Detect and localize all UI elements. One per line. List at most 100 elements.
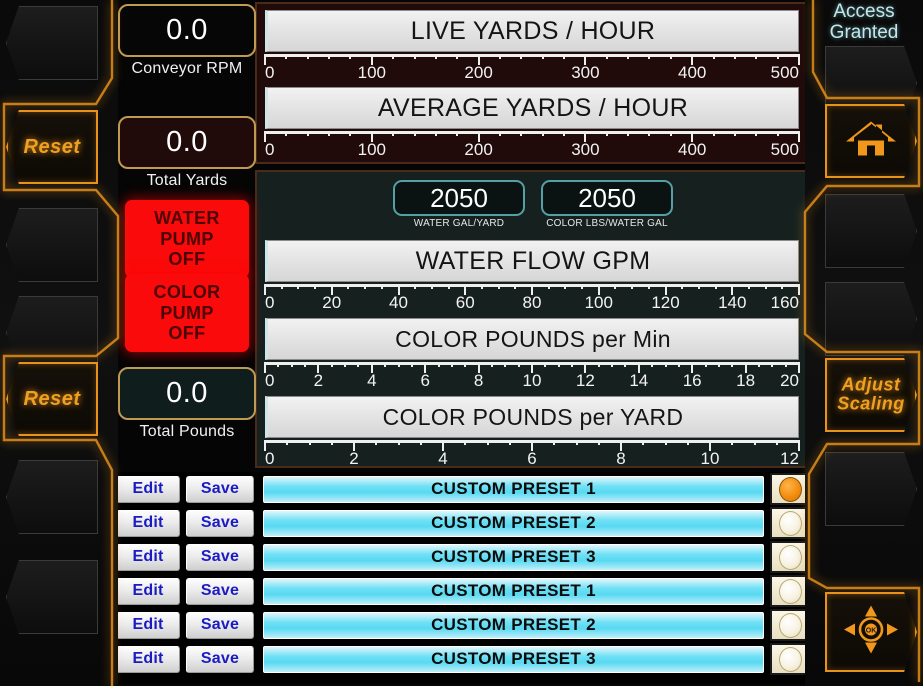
scale-tick-minor: [384, 362, 387, 367]
scale-tick-minor: [520, 131, 523, 136]
preset-name-button[interactable]: CUSTOM PRESET 1: [263, 577, 764, 605]
softkey-left-4[interactable]: [6, 296, 98, 370]
scale-tick-minor: [410, 362, 413, 367]
save-preset-button[interactable]: Save: [186, 577, 254, 605]
svg-text:OK: OK: [866, 628, 877, 635]
total-yards-value: 0.0: [118, 116, 256, 169]
color-pump-line2: PUMP: [160, 302, 214, 323]
preset-row: Edit Save CUSTOM PRESET 1: [113, 574, 813, 608]
hmi-screen: Reset Reset Adjust Scaling OK Access Gra…: [0, 0, 923, 686]
scale-tick-minor: [392, 131, 395, 136]
softkey-right-4[interactable]: [825, 282, 917, 356]
softkey-left-reset-pounds[interactable]: Reset: [6, 362, 98, 436]
scale-tick-label: 140: [718, 293, 747, 312]
scale-tick-label: 200: [464, 140, 493, 159]
conveyor-rpm-value: 0.0: [118, 4, 256, 57]
scale-tick-minor: [564, 284, 567, 289]
scale-tick-minor: [480, 284, 483, 289]
preset-radio-selected[interactable]: [778, 476, 802, 502]
save-preset-button[interactable]: Save: [186, 509, 254, 537]
softkey-left-7[interactable]: [6, 560, 98, 634]
scale-tick-minor: [775, 440, 778, 445]
preset-select-cell[interactable]: [770, 609, 810, 641]
scale-tick-minor: [419, 440, 422, 445]
edit-preset-button[interactable]: Edit: [116, 611, 180, 639]
scale-tick-minor: [456, 54, 459, 59]
preset-radio[interactable]: [778, 578, 802, 604]
preset-name-button[interactable]: CUSTOM PRESET 3: [263, 645, 764, 673]
preset-name-button[interactable]: CUSTOM PRESET 3: [263, 543, 764, 571]
scale-tick-label: 0: [265, 371, 275, 390]
edit-preset-button[interactable]: Edit: [116, 577, 180, 605]
scale-tick-label: 4: [367, 371, 377, 390]
setpoint-color-lbs-per-water-gal[interactable]: 2050 COLOR LBS/WATER GAL: [541, 180, 673, 229]
preset-radio[interactable]: [778, 612, 802, 638]
scale-tick-minor: [328, 54, 331, 59]
softkey-right-adjust-scaling[interactable]: Adjust Scaling: [825, 358, 917, 432]
scale-tick-minor: [753, 440, 756, 445]
setpoint-water-gal-per-yard[interactable]: 2050 WATER GAL/YARD: [393, 180, 525, 229]
gauge-average-yards-scale: 0 100 200 300 400 500: [264, 131, 800, 159]
scale-tick-minor: [664, 440, 667, 445]
total-pounds-value: 0.0: [118, 367, 256, 420]
adjust-scaling-label: Adjust Scaling: [827, 375, 915, 415]
scale-tick-minor: [605, 131, 608, 136]
scale-tick-label: 100: [357, 63, 386, 82]
scale-tick-minor: [450, 362, 453, 367]
scale-axis: [265, 131, 799, 134]
edit-preset-button[interactable]: Edit: [116, 475, 180, 503]
preset-select-cell[interactable]: [770, 507, 810, 539]
color-lbs-per-water-gal-label: COLOR LBS/WATER GAL: [546, 218, 668, 229]
scale-tick-minor: [764, 284, 767, 289]
scale-tick-minor: [631, 284, 634, 289]
edit-preset-button[interactable]: Edit: [116, 509, 180, 537]
save-preset-button[interactable]: Save: [186, 543, 254, 571]
scale-tick-minor: [581, 284, 584, 289]
preset-name-button[interactable]: CUSTOM PRESET 2: [263, 509, 764, 537]
scale-tick-minor: [413, 54, 416, 59]
softkey-left-6[interactable]: [6, 460, 98, 534]
edit-preset-button[interactable]: Edit: [116, 645, 180, 673]
preset-row: Edit Save CUSTOM PRESET 1: [113, 472, 813, 506]
scale-tick-minor: [669, 131, 672, 136]
scale-tick-label: 100: [357, 140, 386, 159]
preset-select-cell[interactable]: [770, 643, 810, 675]
preset-name-button[interactable]: CUSTOM PRESET 1: [263, 475, 764, 503]
yards-panel: LIVE YARDS / HOUR 0 100 200 300 400 500 AVERA…: [255, 2, 807, 164]
color-pump-status[interactable]: COLOR PUMP OFF: [125, 274, 249, 352]
water-gal-per-yard-value[interactable]: 2050: [393, 180, 525, 216]
scale-tick-minor: [669, 54, 672, 59]
scale-tick-minor: [520, 54, 523, 59]
softkey-right-navpad[interactable]: OK: [825, 592, 917, 672]
preset-select-cell[interactable]: [770, 575, 810, 607]
scale-tick-minor: [328, 131, 331, 136]
softkey-right-home[interactable]: [825, 104, 917, 178]
reset-pounds-label: Reset: [23, 388, 81, 410]
preset-radio[interactable]: [778, 646, 802, 672]
edit-preset-button[interactable]: Edit: [116, 543, 180, 571]
water-pump-status[interactable]: WATER PUMP OFF: [125, 200, 249, 278]
preset-select-cell[interactable]: [770, 541, 810, 573]
softkey-right-6[interactable]: [825, 452, 917, 526]
save-preset-button[interactable]: Save: [186, 645, 254, 673]
scale-tick-minor: [624, 362, 627, 367]
gauge-average-yards-per-hour: AVERAGE YARDS / HOUR 0 100 200 300 400 500: [264, 87, 800, 159]
preset-name-button[interactable]: CUSTOM PRESET 2: [263, 611, 764, 639]
scale-tick-minor: [541, 54, 544, 59]
softkey-right-3[interactable]: [825, 194, 917, 268]
softkey-left-reset-yards[interactable]: Reset: [6, 110, 98, 184]
softkey-left-3[interactable]: [6, 208, 98, 282]
preset-select-cell[interactable]: [770, 473, 810, 505]
scale-tick-minor: [464, 362, 467, 367]
scale-tick-minor: [597, 362, 600, 367]
color-lbs-per-water-gal-value[interactable]: 2050: [541, 180, 673, 216]
save-preset-button[interactable]: Save: [186, 611, 254, 639]
save-preset-button[interactable]: Save: [186, 475, 254, 503]
preset-radio[interactable]: [778, 510, 802, 536]
softkey-left-1[interactable]: [6, 6, 98, 80]
preset-radio[interactable]: [778, 544, 802, 570]
scale-tick-label: 4: [438, 449, 448, 468]
gauge-color-lbs-yard-bar: COLOR POUNDS per YARD: [265, 396, 799, 438]
scale-tick-minor: [627, 131, 630, 136]
scale-tick-label: 2: [313, 371, 324, 390]
